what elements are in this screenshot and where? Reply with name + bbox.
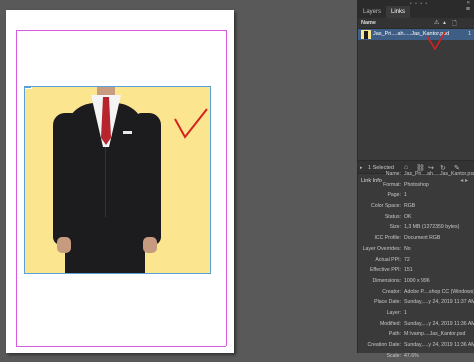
margin-guide-right bbox=[226, 30, 227, 346]
link-info-key: Status: bbox=[384, 213, 401, 220]
link-info-key: Path: bbox=[388, 331, 401, 338]
links-panel[interactable]: • • • • « Layers Links ≡ Name ⚠ ▲ 🗋 Jas_… bbox=[357, 0, 474, 359]
link-list-area[interactable] bbox=[358, 40, 474, 160]
link-info-row: Scale: 47.6% bbox=[358, 352, 474, 362]
link-info-row: Creation Date: Sunday,....y 24, 2019 11:3… bbox=[358, 341, 474, 352]
link-info-key: Name: bbox=[385, 171, 401, 177]
link-info-key: Creation Date: bbox=[367, 342, 401, 348]
link-info-key: Page: bbox=[387, 192, 401, 199]
link-info-key: Effective PPI: bbox=[369, 267, 401, 274]
link-page-number: 1 bbox=[467, 31, 471, 37]
page-icon[interactable]: 🗋 bbox=[452, 19, 457, 29]
link-info-key: Dimensions: bbox=[372, 277, 401, 284]
tab-layers[interactable]: Layers bbox=[358, 6, 386, 18]
link-info-key: Actual PPI: bbox=[375, 256, 401, 263]
link-info-list: Name: Jas_Pri....ah.....Jas_Kantor.psd For… bbox=[358, 170, 474, 362]
link-info-value: No bbox=[404, 245, 411, 252]
links-column-header: Name ⚠ ▲ 🗋 bbox=[358, 18, 474, 29]
link-info-value: Adobe P....shop CC (Windows) bbox=[404, 288, 474, 295]
link-info-value: 1000 x 996 bbox=[404, 277, 430, 284]
link-info-row: Place Date: Sunday,....y 24, 2019 11:37 A… bbox=[358, 298, 474, 309]
link-info-value: 1 bbox=[404, 309, 407, 316]
panel-tab-bar: • • • • « Layers Links ≡ bbox=[358, 0, 474, 18]
link-list-item[interactable]: Jas_Pri....ah.....Jas_Kantor.psd 1 bbox=[358, 29, 474, 40]
link-info-key: Format: bbox=[383, 181, 401, 188]
frame-link-indicator[interactable] bbox=[25, 87, 32, 89]
link-info-value: 1,3 MB (1372359 bytes) bbox=[404, 224, 460, 231]
checkmark-annotation-icon bbox=[174, 108, 208, 139]
link-info-row: Name: Jas_Pri....ah.....Jas_Kantor.psd bbox=[358, 170, 474, 181]
link-info-row: Modified: Sunday,....y 24, 2019 11:36 AM bbox=[358, 320, 474, 331]
warning-icon[interactable]: ⚠ bbox=[434, 19, 439, 26]
column-name-label[interactable]: Name bbox=[361, 20, 376, 26]
document-canvas[interactable] bbox=[0, 0, 357, 353]
link-info-value: RGB bbox=[404, 203, 416, 210]
margin-guide-top bbox=[16, 30, 226, 31]
link-info-row: Color Space: RGB bbox=[358, 202, 474, 213]
sort-arrow-icon[interactable]: ▲ bbox=[442, 20, 447, 26]
placed-image-frame[interactable] bbox=[24, 86, 211, 274]
link-info-value: Sunday,....y 24, 2019 11:36 AM bbox=[404, 320, 474, 327]
document-page[interactable] bbox=[6, 10, 234, 353]
link-info-row: Layer Overrides: No bbox=[358, 245, 474, 256]
link-info-value: M:\vamp....Jas_Kantor.psd bbox=[404, 331, 466, 338]
panel-grip-icon[interactable]: • • • • bbox=[410, 1, 428, 7]
link-info-value: Sunday,....y 24, 2019 11:36 AM bbox=[404, 342, 474, 348]
link-info-key: Creator: bbox=[382, 288, 401, 295]
link-thumbnail bbox=[361, 30, 371, 39]
link-info-row: Format: Photoshop bbox=[358, 181, 474, 192]
link-info-value: 47.6% bbox=[404, 352, 419, 359]
link-info-row: ICC Profile: Document RGB bbox=[358, 234, 474, 245]
link-info-key: Layer: bbox=[386, 309, 401, 316]
link-info-key: Modified: bbox=[379, 320, 401, 327]
link-info-row: Effective PPI: 151 bbox=[358, 266, 474, 277]
link-info-value: Jas_Pri....ah.....Jas_Kantor.psd bbox=[404, 171, 474, 177]
link-info-key: ICC Profile: bbox=[374, 235, 401, 242]
link-info-row: Dimensions: 1000 x 996 bbox=[358, 277, 474, 288]
link-info-value: Photoshop bbox=[404, 181, 429, 188]
tab-links[interactable]: Links bbox=[386, 6, 411, 18]
link-info-key: Size: bbox=[389, 224, 401, 231]
link-info-key: Place Date: bbox=[374, 299, 401, 306]
margin-guide-bottom bbox=[16, 346, 226, 347]
link-info-key: Scale: bbox=[386, 352, 401, 359]
link-info-value: 151 bbox=[404, 267, 413, 274]
link-info-row: Path: M:\vamp....Jas_Kantor.psd bbox=[358, 330, 474, 341]
link-info-row: Creator: Adobe P....shop CC (Windows) bbox=[358, 288, 474, 299]
link-info-value: 72 bbox=[404, 256, 410, 263]
link-info-value: Document RGB bbox=[404, 235, 441, 242]
margin-guide-left bbox=[16, 30, 17, 346]
link-info-key: Layer Overrides: bbox=[362, 245, 401, 252]
link-info-row: Size: 1,3 MB (1372359 bytes) bbox=[358, 223, 474, 234]
link-info-row: Page: 1 bbox=[358, 191, 474, 202]
link-info-key: Color Space: bbox=[371, 203, 401, 210]
link-info-row: Layer: 1 bbox=[358, 309, 474, 320]
link-info-value: 1 bbox=[404, 192, 407, 199]
panel-checkmark-annotation-icon bbox=[426, 31, 446, 51]
link-info-value: Sunday,....y 24, 2019 11:37 AM bbox=[404, 299, 474, 306]
link-info-row: Status: OK bbox=[358, 213, 474, 224]
panel-menu-icon[interactable]: ≡ bbox=[466, 6, 470, 13]
link-info-row: Actual PPI: 72 bbox=[358, 256, 474, 267]
link-info-value: OK bbox=[404, 213, 412, 220]
